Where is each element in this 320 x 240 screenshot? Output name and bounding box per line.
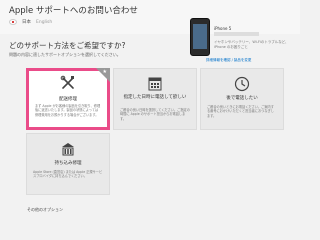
- tools-icon: [60, 75, 74, 89]
- option-description: ご都合の良いときにお電話ください。ご案内する番号におかけいただくと担当者におつな…: [207, 105, 274, 118]
- option-scheduled-call[interactable]: 指定した日時に電話して欲しい ご都合の良い日時を選択してください。ご指定の時間に…: [113, 68, 197, 130]
- device-summary: iPhone 5 イヤホンやバッテリー、Wi-Fiのトラブルなど、iPhone …: [190, 16, 292, 62]
- support-headline: どのサポート方法をご希望ですか?: [9, 41, 126, 50]
- country-label[interactable]: 日本: [22, 19, 31, 25]
- iphone-image: [190, 18, 210, 56]
- clock-icon: [234, 76, 250, 92]
- option-description: Apple Store (直営店) または Apple 正規サービスプロバイダに…: [33, 170, 103, 179]
- option-title: 後で電話したい: [226, 96, 258, 101]
- locale-row: 日本 English: [9, 19, 52, 25]
- more-options-label[interactable]: その他のオプション: [27, 207, 63, 213]
- option-description: まず Apple がお客様の製品を引き取り、修理後に返送いたします。製品の状態に…: [35, 104, 101, 117]
- option-mail-in-repair[interactable]: ★ 配送修理 まず Apple がお客様の製品を引き取り、修理後に返送いたします…: [26, 68, 110, 130]
- option-description: ご都合の良い日時を選択してください。ご指定の時間に Apple のサポート担当か…: [120, 108, 190, 121]
- page-title: Apple サポートへのお問い合わせ: [9, 6, 138, 16]
- calendar-icon: [148, 77, 162, 91]
- device-description: イヤホンやバッテリー、Wi-Fiのトラブルなど、iPhone のお困りごと: [214, 40, 289, 49]
- language-link[interactable]: English: [36, 20, 52, 25]
- option-carry-in-repair[interactable]: 持ち込み修理 Apple Store (直営店) または Apple 正規サービ…: [26, 133, 110, 195]
- star-icon: ★: [102, 69, 107, 75]
- device-serial-redacted: [214, 32, 259, 36]
- option-title: 指定した日時に電話して欲しい: [123, 95, 187, 100]
- japan-flag-icon: [9, 19, 17, 25]
- device-name: iPhone 5: [214, 26, 232, 31]
- device-details-link[interactable]: 詳細情報を確認 / 製品を変更: [206, 58, 251, 63]
- option-call-later[interactable]: 後で電話したい ご都合の良いときにお電話ください。ご案内する番号におかけいただく…: [200, 68, 284, 130]
- store-icon: [62, 143, 74, 156]
- support-subline: 問題の内容に適したサポートオプションを選択してください。: [9, 52, 121, 57]
- option-title: 持ち込み修理: [54, 161, 82, 166]
- option-title: 配送修理: [59, 97, 77, 102]
